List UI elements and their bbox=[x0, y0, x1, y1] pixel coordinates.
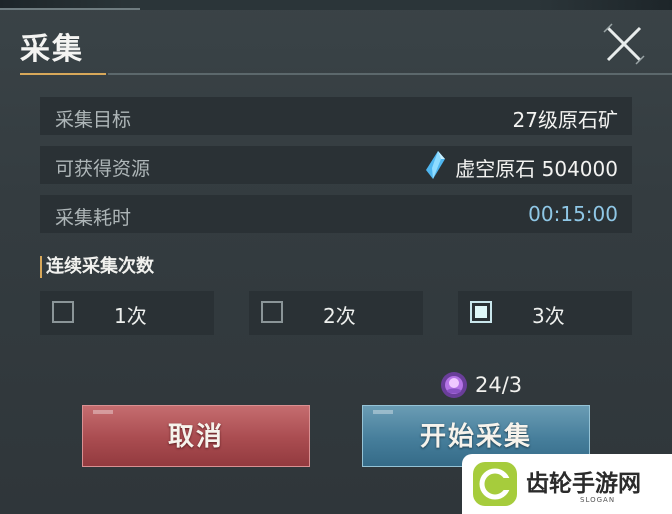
count-option-3[interactable]: 3次 bbox=[458, 291, 632, 335]
title-underline-accent bbox=[20, 73, 106, 75]
count-option-1[interactable]: 1次 bbox=[40, 291, 214, 335]
dialog-top-border bbox=[0, 0, 672, 10]
watermark-text: 齿轮手游网 bbox=[526, 471, 641, 497]
count-section-title: 连续采集次数 bbox=[40, 256, 154, 278]
dialog-title: 采集 bbox=[20, 32, 84, 67]
watermark-slogan: SLOGAN bbox=[580, 496, 616, 504]
energy-cost-text: 24/3 bbox=[475, 373, 523, 397]
gather-dialog: 采集 采集目标 27级原石矿 可获得资源 虚空原石 504000 采集耗时 00… bbox=[0, 0, 672, 514]
cancel-button[interactable]: 取消 bbox=[82, 405, 310, 467]
close-button[interactable] bbox=[600, 20, 648, 68]
row-label: 采集耗时 bbox=[55, 207, 132, 229]
row-value: 00:15:00 bbox=[528, 202, 618, 226]
row-label: 采集目标 bbox=[55, 109, 132, 131]
count-option-2[interactable]: 2次 bbox=[249, 291, 423, 335]
row-label: 可获得资源 bbox=[55, 158, 151, 180]
option-label: 1次 bbox=[114, 304, 147, 328]
checkbox[interactable] bbox=[52, 301, 74, 323]
info-row-target: 采集目标 27级原石矿 bbox=[40, 97, 632, 135]
site-watermark: 齿轮手游网 SLOGAN bbox=[462, 454, 672, 514]
info-row-resource: 可获得资源 虚空原石 504000 bbox=[40, 146, 632, 184]
info-row-duration: 采集耗时 00:15:00 bbox=[40, 195, 632, 233]
purple-energy-icon bbox=[441, 372, 467, 398]
checkbox-checked[interactable] bbox=[470, 301, 492, 323]
watermark-logo bbox=[473, 462, 517, 506]
close-icon bbox=[603, 23, 645, 65]
option-label: 2次 bbox=[323, 304, 356, 328]
row-value: 27级原石矿 bbox=[512, 108, 618, 132]
option-label: 3次 bbox=[532, 304, 565, 328]
title-underline bbox=[108, 73, 672, 75]
row-value: 虚空原石 504000 bbox=[455, 157, 618, 181]
blue-crystal-icon bbox=[426, 151, 445, 179]
checkbox[interactable] bbox=[261, 301, 283, 323]
